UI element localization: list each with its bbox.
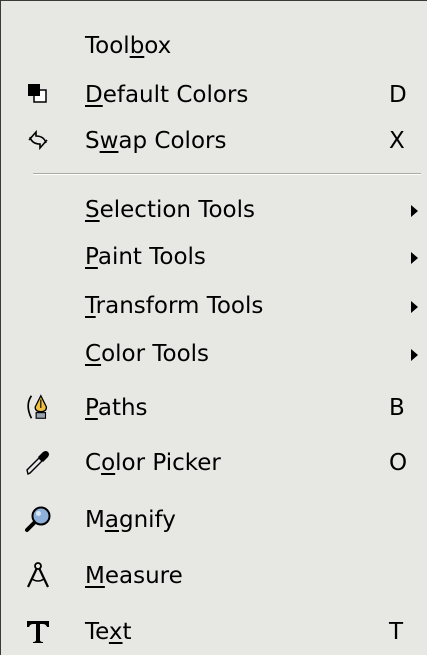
menu-item-label: Color Picker bbox=[85, 450, 221, 476]
menu-separator bbox=[33, 173, 421, 175]
menu-item-label: Default Colors bbox=[85, 82, 249, 108]
menu-item-label: Swap Colors bbox=[85, 128, 227, 154]
menu-item-transform-tools[interactable]: Transform Tools bbox=[1, 281, 428, 331]
submenu-arrow-icon bbox=[411, 349, 418, 361]
menu-item-swap-colors[interactable]: Swap Colors X bbox=[1, 116, 428, 166]
menu-item-measure[interactable]: Measure bbox=[1, 551, 428, 601]
shortcut-label: B bbox=[389, 395, 405, 421]
menu-item-paint-tools[interactable]: Paint Tools bbox=[1, 232, 428, 282]
shortcut-label: X bbox=[389, 128, 405, 154]
paths-icon bbox=[23, 392, 53, 422]
menu-item-label: Magnify bbox=[85, 507, 176, 533]
submenu-arrow-icon bbox=[411, 252, 418, 264]
magnify-icon bbox=[23, 504, 53, 534]
menu-item-label: Paths bbox=[85, 395, 148, 421]
menu-item-label: Text bbox=[85, 619, 132, 645]
menu-item-label: Toolbox bbox=[85, 33, 172, 59]
menu-item-magnify[interactable]: Magnify bbox=[1, 495, 428, 545]
menu-item-color-picker[interactable]: Color Picker O bbox=[1, 438, 428, 488]
toolbox-context-menu: Toolbox Default Colors D Swap Colors X S… bbox=[0, 0, 427, 655]
shortcut-label: D bbox=[389, 82, 407, 108]
submenu-arrow-icon bbox=[411, 301, 418, 313]
menu-item-toolbox[interactable]: Toolbox bbox=[1, 21, 428, 71]
menu-item-paths[interactable]: Paths B bbox=[1, 383, 428, 433]
menu-item-text[interactable]: Text T bbox=[1, 607, 428, 657]
menu-item-label: Color Tools bbox=[85, 341, 210, 367]
swap-colors-icon bbox=[23, 125, 53, 155]
menu-item-label: Transform Tools bbox=[85, 293, 264, 319]
measure-icon bbox=[23, 560, 53, 590]
color-picker-icon bbox=[23, 447, 53, 477]
shortcut-label: T bbox=[389, 619, 404, 645]
menu-item-label: Paint Tools bbox=[85, 244, 206, 270]
shortcut-label: O bbox=[389, 450, 408, 476]
text-icon bbox=[23, 616, 53, 646]
default-colors-icon bbox=[23, 79, 53, 109]
menu-item-selection-tools[interactable]: Selection Tools bbox=[1, 185, 428, 235]
menu-item-default-colors[interactable]: Default Colors D bbox=[1, 70, 428, 120]
menu-item-label: Measure bbox=[85, 563, 183, 589]
menu-item-color-tools[interactable]: Color Tools bbox=[1, 329, 428, 379]
menu-item-label: Selection Tools bbox=[85, 197, 255, 223]
submenu-arrow-icon bbox=[411, 205, 418, 217]
